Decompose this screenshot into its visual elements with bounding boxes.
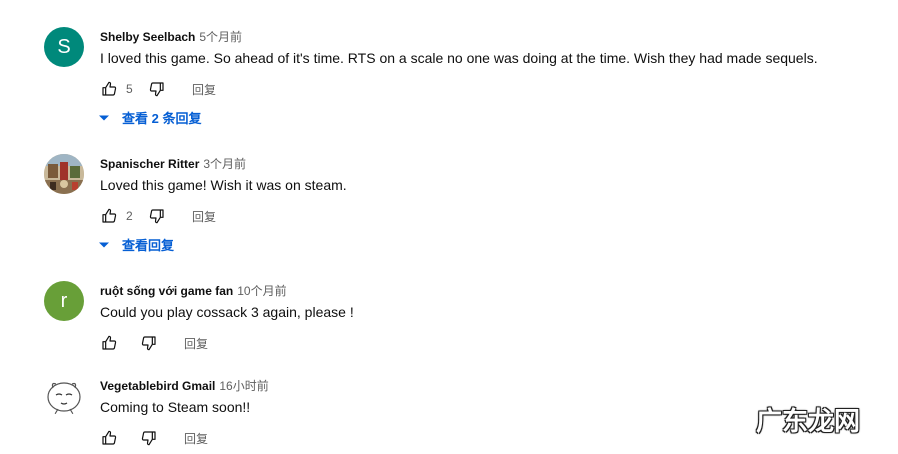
cartoon-face-avatar-icon [47, 382, 81, 415]
comment-header: Vegetablebird Gmail 16小时前 [100, 377, 269, 394]
avatar[interactable]: S [44, 27, 84, 67]
avatar[interactable]: r [44, 281, 84, 321]
thumbs-up-icon[interactable] [100, 334, 118, 352]
author-name[interactable]: Vegetablebird Gmail [100, 379, 215, 393]
view-replies-button[interactable]: 查看 2 条回复 [98, 108, 201, 127]
like-count: 5 [126, 82, 133, 96]
avatar-letter: r [60, 289, 68, 312]
comment-time[interactable]: 16小时前 [219, 379, 268, 393]
reply-button[interactable]: 回复 [184, 335, 208, 352]
thumbs-down-icon[interactable] [148, 80, 166, 98]
avatar[interactable] [44, 376, 84, 416]
like-count: 2 [126, 209, 133, 223]
view-replies-label: 查看 2 条回复 [122, 111, 202, 126]
thumbs-up-icon[interactable] [100, 207, 118, 225]
thumbs-down-icon[interactable] [140, 334, 158, 352]
comment-actions: 回复 [100, 333, 208, 353]
painting-avatar-icon [44, 154, 84, 194]
thumbs-up-icon[interactable] [100, 429, 118, 447]
comment-header: Shelby Seelbach 5个月前 [100, 28, 242, 45]
watermark: 广东龙网 [755, 407, 860, 437]
view-replies-label: 查看回复 [122, 238, 175, 253]
comment-text: Loved this game! Wish it was on steam. [100, 177, 347, 193]
thumbs-down-icon[interactable] [140, 429, 158, 447]
view-replies-button[interactable]: 查看回复 [98, 235, 174, 254]
comment-header: Spanischer Ritter 3个月前 [100, 155, 246, 172]
comment-text: Could you play cossack 3 again, please ! [100, 304, 354, 320]
comment-actions: 回复 [100, 428, 208, 448]
thumbs-up-icon[interactable] [100, 80, 118, 98]
author-name[interactable]: ruột sống với game fan [100, 284, 233, 298]
author-name[interactable]: Spanischer Ritter [100, 157, 199, 171]
reply-button[interactable]: 回复 [184, 430, 208, 447]
thumbs-down-icon[interactable] [148, 207, 166, 225]
comment-header: ruột sống với game fan 10个月前 [100, 282, 287, 299]
comment-actions: 2 回复 [100, 206, 216, 226]
chevron-down-icon [98, 241, 110, 249]
author-name[interactable]: Shelby Seelbach [100, 30, 195, 44]
comment-time[interactable]: 5个月前 [199, 30, 242, 44]
avatar-letter: S [57, 35, 71, 58]
reply-button[interactable]: 回复 [192, 81, 216, 98]
comment-time[interactable]: 10个月前 [237, 284, 286, 298]
chevron-down-icon [98, 114, 110, 122]
comment-time[interactable]: 3个月前 [203, 157, 246, 171]
comment-actions: 5 回复 [100, 79, 216, 99]
comment-text: Coming to Steam soon!! [100, 399, 251, 415]
comment-text: I loved this game. So ahead of it's time… [100, 50, 818, 66]
reply-button[interactable]: 回复 [192, 208, 216, 225]
avatar[interactable] [44, 154, 84, 194]
